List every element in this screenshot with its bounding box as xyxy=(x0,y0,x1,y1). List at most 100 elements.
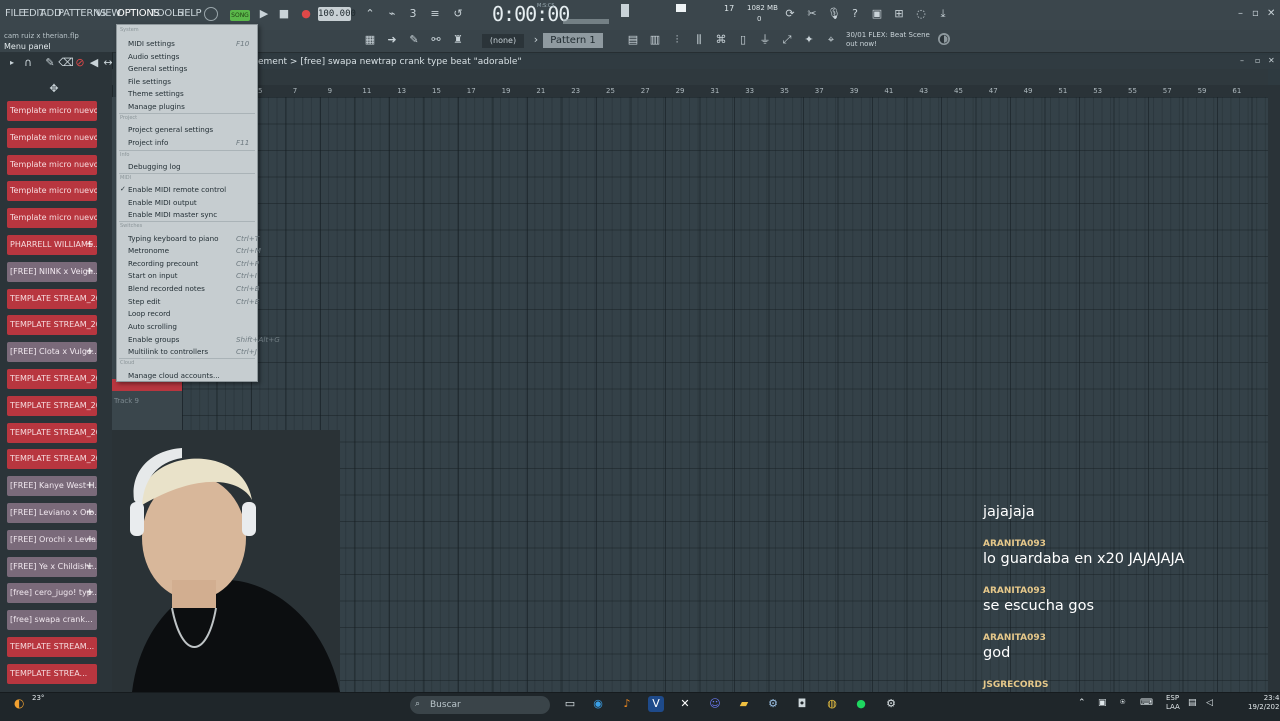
record-icon[interactable]: ● xyxy=(298,7,314,21)
edge-icon[interactable]: ◉ xyxy=(590,696,606,712)
browser-project-item[interactable]: TEMPLATE STREAM_2026-... xyxy=(7,395,97,416)
wand-icon[interactable]: ✦ xyxy=(801,33,817,47)
link-icon[interactable]: ⚯ xyxy=(428,33,444,47)
options-menu-item[interactable]: Audio settings xyxy=(128,52,179,61)
options-menu-item[interactable]: Typing keyboard to piano Ctrl+T xyxy=(128,234,259,243)
browser-project-item[interactable]: Template micro nuevo_2... xyxy=(7,154,97,175)
browser-project-item[interactable]: TEMPLATE STREAM_2026-... xyxy=(7,369,97,389)
chrome-icon[interactable]: ◍ xyxy=(824,696,840,712)
playlist-maximize-icon[interactable]: ▫ xyxy=(1255,56,1260,65)
options-menu-item[interactable]: Enable groups Shift+Alt+G xyxy=(128,335,280,344)
save-icon[interactable]: ▣ xyxy=(869,7,885,21)
browser-project-item[interactable]: [free] swapa crank... xyxy=(7,610,97,631)
pattern-song-toggle-icon[interactable] xyxy=(204,7,218,21)
midi-icon[interactable]: ⊞ xyxy=(891,7,907,21)
piano-roll-icon[interactable]: ▦ xyxy=(362,33,378,47)
piano-icon[interactable]: ⫼ xyxy=(691,33,707,47)
download-icon[interactable]: ⤓ xyxy=(935,7,951,21)
add-icon[interactable]: + xyxy=(86,503,94,523)
browser-project-item[interactable]: PHARRELL WILLIAMS... + xyxy=(7,235,97,255)
tempo-display[interactable]: 100.000 xyxy=(318,7,356,21)
add-icon[interactable]: + xyxy=(86,530,94,550)
language-indicator[interactable]: ESP LAA xyxy=(1166,694,1180,712)
help-icon[interactable]: ? xyxy=(847,7,863,21)
tray-mic-icon[interactable]: ⍟ xyxy=(1120,698,1125,708)
add-icon[interactable]: + xyxy=(86,476,94,496)
song-time-display[interactable]: 0:00:00 xyxy=(492,2,570,26)
browser-project-item[interactable]: Template micro nuevo_2... xyxy=(7,101,97,121)
chat-icon[interactable]: ◌ xyxy=(913,7,929,21)
channel-rack-icon[interactable]: ▥ xyxy=(647,33,663,47)
song-mode-button[interactable]: SONG xyxy=(230,10,250,21)
close-icon[interactable]: ✕ xyxy=(1267,8,1275,19)
menu-file[interactable]: FILE xyxy=(5,8,25,19)
maximize-icon[interactable]: ▫ xyxy=(1252,8,1259,19)
pattern-selector[interactable]: Pattern 1 xyxy=(543,33,603,48)
microphone-icon[interactable]: 🎙 xyxy=(826,7,842,21)
browser-project-item[interactable]: TEMPLATE STREAM... xyxy=(7,637,97,657)
loop-record-icon[interactable]: ↺ xyxy=(450,7,466,21)
steam-icon[interactable]: ⚙ xyxy=(765,696,781,712)
browser-project-item[interactable]: [FREE] NIINK x Veigh... + xyxy=(7,261,97,282)
playlist-minimize-icon[interactable]: – xyxy=(1240,56,1244,65)
options-menu-item[interactable]: Debugging log xyxy=(128,162,181,171)
master-volume-slider[interactable] xyxy=(621,4,629,17)
arrow-right-icon[interactable]: ➜ xyxy=(384,33,400,47)
tray-keyboard-icon[interactable]: ⌨ xyxy=(1140,698,1153,708)
options-menu-item[interactable]: Auto scrolling xyxy=(128,322,177,331)
browser-project-item[interactable]: TEMPLATE STREAM_2026-... xyxy=(7,315,97,336)
network-icon[interactable]: ▤ xyxy=(1188,698,1197,708)
browser-project-item[interactable]: Template micro nuevo_2... xyxy=(7,127,97,148)
add-icon[interactable]: + xyxy=(86,342,94,362)
discord-icon[interactable]: ☺ xyxy=(707,696,723,712)
vegas-icon[interactable]: V xyxy=(648,696,664,712)
step-edit-icon[interactable]: ≡ xyxy=(427,7,443,21)
stamp-icon[interactable]: ♜ xyxy=(450,33,466,47)
options-menu-item[interactable]: General settings xyxy=(128,64,187,73)
track-label[interactable]: Track 9 xyxy=(114,397,139,405)
snap-selector[interactable]: (none) xyxy=(482,34,524,48)
options-menu-item[interactable]: Loop record xyxy=(128,309,170,318)
menu-help[interactable]: HELP xyxy=(177,8,202,19)
options-menu-item[interactable]: Enable MIDI output xyxy=(128,198,197,207)
browser-project-item[interactable]: [FREE] Ye x Childish... + xyxy=(7,556,97,577)
timeline-ruler[interactable]: 5 7 9 11 13 15 17 19 21 23 25 27 29 31 33 35 37 39 41 43 45 4… xyxy=(258,85,1268,97)
online-icon[interactable]: ◐ xyxy=(938,33,950,45)
browser-project-item[interactable]: [FREE] Leviano x Oro... + xyxy=(7,503,97,523)
arrow-right-small-icon[interactable]: › xyxy=(528,33,544,47)
playlist-close-icon[interactable]: ✕ xyxy=(1268,56,1275,65)
add-icon[interactable]: + xyxy=(86,262,94,282)
options-menu-item[interactable]: Project info F11 xyxy=(128,138,249,147)
options-menu-item[interactable]: Step edit Ctrl+E xyxy=(128,297,259,306)
options-menu-item[interactable]: Metronome Ctrl+M xyxy=(128,246,261,255)
browser-project-item[interactable]: TEMPLATE STREAM_2026-... xyxy=(7,449,97,470)
options-menu-item[interactable]: Theme settings xyxy=(128,89,184,98)
tray-app-icon[interactable]: ▣ xyxy=(1098,698,1107,708)
browser-icon[interactable]: ▯ xyxy=(735,33,751,47)
options-menu-item[interactable]: File settings xyxy=(128,77,171,86)
browser-project-item[interactable]: TEMPLATE STREAM_2026-... xyxy=(7,422,97,443)
add-icon[interactable]: + xyxy=(86,557,94,577)
options-menu-item[interactable]: Start on input Ctrl+I xyxy=(128,271,257,280)
refresh-icon[interactable]: ⟳ xyxy=(782,7,798,21)
browser-project-item[interactable]: TEMPLATE STREA... xyxy=(7,663,97,684)
options-menu-item[interactable]: Blend recorded notes Ctrl+B xyxy=(128,284,260,293)
browser-project-item[interactable]: [free] cero_jugo! typ... + xyxy=(7,583,97,604)
scissors-icon[interactable]: ✂ xyxy=(804,7,820,21)
browser-project-item[interactable]: [FREE] Kanye West H... + xyxy=(7,476,97,497)
browser-project-item[interactable]: [FREE] Clota x Vulgo... + xyxy=(7,342,97,363)
pencil-icon[interactable]: ✎ xyxy=(406,33,422,47)
options-menu-item[interactable]: Manage cloud accounts... xyxy=(128,371,220,380)
browser-project-item[interactable]: Template micro nuevo_2... xyxy=(7,208,97,229)
magnet-icon[interactable]: ∩ xyxy=(20,56,36,70)
options-menu-item[interactable]: Recording precount Ctrl+P xyxy=(128,259,259,268)
tray-chevron-icon[interactable]: ⌃ xyxy=(1078,698,1086,708)
vertical-scrollbar[interactable] xyxy=(1268,85,1280,692)
volume-icon[interactable]: ◁ xyxy=(1206,698,1213,708)
stop-icon[interactable]: ■ xyxy=(276,7,292,21)
weather-icon[interactable]: ◐ xyxy=(14,696,24,710)
capcut-icon[interactable]: ✕ xyxy=(677,696,693,712)
render-icon[interactable]: ⌖ xyxy=(823,33,839,47)
resize-icon[interactable]: ↔ xyxy=(100,56,116,70)
browser-project-item[interactable]: [FREE] Orochi x Levia... + xyxy=(7,529,97,550)
